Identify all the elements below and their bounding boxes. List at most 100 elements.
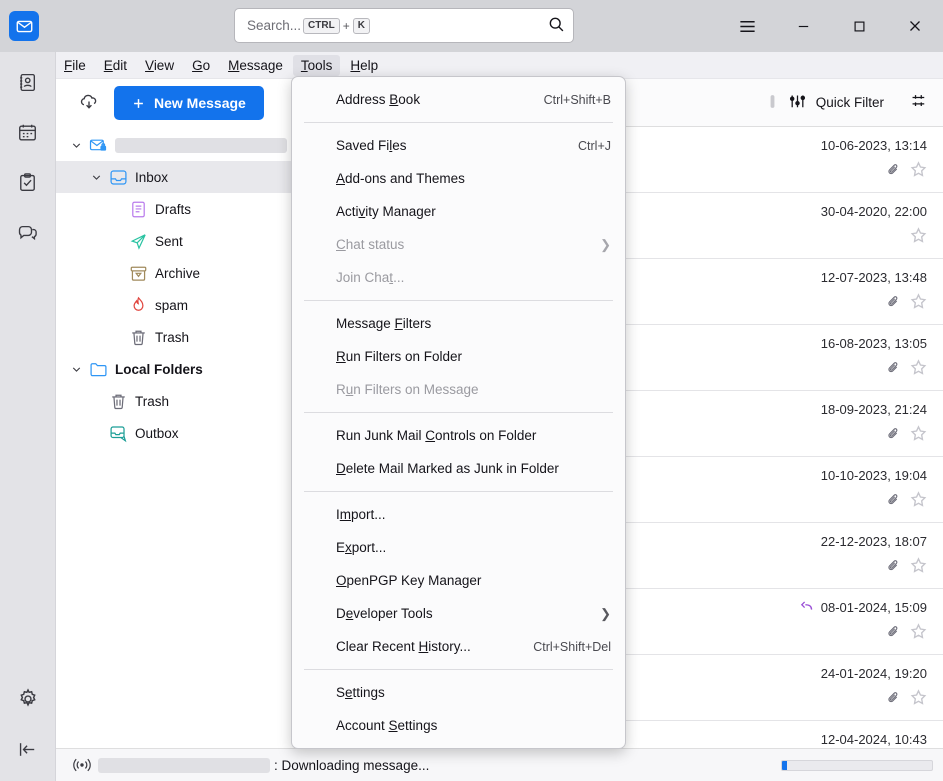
folder-row-trash[interactable]: Trash: [56, 385, 320, 417]
menu-item-add-ons-and-themes[interactable]: Add-ons and Themes: [292, 162, 625, 195]
menu-item-label: Run Junk Mail Controls on Folder: [336, 428, 536, 443]
folder-label: Sent: [155, 234, 183, 249]
attachment-icon: [886, 492, 901, 510]
tools-menu-popup: Address BookCtrl+Shift+BSaved FilesCtrl+…: [291, 76, 626, 749]
menu-item-label: Settings: [336, 685, 385, 700]
folder-icon: [86, 360, 110, 379]
search-icon: [548, 16, 565, 36]
menu-item-run-filters-on-folder[interactable]: Run Filters on Folder: [292, 340, 625, 373]
twisty-icon[interactable]: [66, 139, 86, 152]
filter-sliders-icon[interactable]: [789, 93, 806, 113]
account-mail-lock-icon: [86, 136, 110, 155]
message-date: 10-10-2023, 19:04: [821, 468, 927, 483]
folder-row-account[interactable]: [56, 129, 320, 161]
menu-item-account-settings[interactable]: Account Settings: [292, 709, 625, 742]
calendar-icon[interactable]: [8, 112, 48, 152]
folder-row-spam[interactable]: spam: [56, 289, 320, 321]
trash-icon: [126, 328, 150, 347]
star-icon[interactable]: [910, 491, 927, 511]
star-icon[interactable]: [910, 689, 927, 709]
cloud-download-icon[interactable]: [74, 88, 104, 118]
menu-item-export[interactable]: Export...: [292, 531, 625, 564]
star-icon[interactable]: [910, 425, 927, 445]
chevron-right-icon: ❯: [584, 606, 611, 622]
folder-row-drafts[interactable]: Drafts: [56, 193, 320, 225]
menubar-item-edit[interactable]: Edit: [96, 55, 135, 76]
menu-item-settings[interactable]: Settings: [292, 676, 625, 709]
message-date: 16-08-2023, 13:05: [821, 336, 927, 351]
collapse-panel-icon[interactable]: [8, 729, 48, 769]
new-message-button[interactable]: New Message: [114, 86, 264, 120]
star-icon[interactable]: [910, 293, 927, 313]
global-search[interactable]: Search... CTRL + K: [234, 8, 574, 43]
folder-label: Outbox: [135, 426, 179, 441]
menu-item-import[interactable]: Import...: [292, 498, 625, 531]
folder-row-trash[interactable]: Trash: [56, 321, 320, 353]
menu-item-saved-files[interactable]: Saved FilesCtrl+J: [292, 129, 625, 162]
column-options-icon[interactable]: [910, 93, 927, 113]
menu-item-openpgp-key-manager[interactable]: OpenPGP Key Manager: [292, 564, 625, 597]
menu-separator: [304, 122, 613, 123]
menu-item-clear-recent-history[interactable]: Clear Recent History... Ctrl+Shift+Del: [292, 630, 625, 663]
menu-item-developer-tools[interactable]: Developer Tools ❯: [292, 597, 625, 630]
close-button[interactable]: [887, 0, 943, 52]
menu-item-shortcut: Ctrl+Shift+B: [528, 93, 611, 107]
menu-item-message-filters[interactable]: Message Filters: [292, 307, 625, 340]
folder-row-archive[interactable]: Archive: [56, 257, 320, 289]
menubar-item-help[interactable]: Help: [342, 55, 386, 76]
menubar-item-view[interactable]: View: [137, 55, 182, 76]
menu-item-label: Saved Files: [336, 138, 407, 153]
menubar-item-file[interactable]: File: [56, 55, 94, 76]
menu-separator: [304, 669, 613, 670]
search-placeholder: Search...: [247, 18, 301, 33]
search-input[interactable]: Search... CTRL + K: [234, 8, 574, 43]
address-book-icon[interactable]: [8, 62, 48, 102]
menu-item-address-book[interactable]: Address Book Ctrl+Shift+B: [292, 83, 625, 116]
folder-label: Local Folders: [115, 362, 203, 377]
minimize-button[interactable]: [775, 0, 831, 52]
app-icon: [9, 11, 39, 41]
maximize-button[interactable]: [831, 0, 887, 52]
outbox-icon: [106, 424, 130, 443]
star-icon[interactable]: [910, 161, 927, 181]
star-icon[interactable]: [910, 557, 927, 577]
star-icon[interactable]: [910, 227, 927, 247]
star-icon[interactable]: [910, 359, 927, 379]
twisty-icon[interactable]: [66, 363, 86, 376]
menu-item-label: Account Settings: [336, 718, 437, 733]
star-icon[interactable]: [910, 623, 927, 643]
folder-pane-toolbar: New Message: [56, 79, 320, 127]
menu-item-label: Clear Recent History...: [336, 639, 471, 654]
settings-gear-icon[interactable]: [8, 679, 48, 719]
folder-pane: New Message InboxDraftsSentArchivespamTr…: [56, 79, 321, 748]
quick-filter-label[interactable]: Quick Filter: [816, 95, 884, 110]
menubar-item-message[interactable]: Message: [220, 55, 291, 76]
tasks-icon[interactable]: [8, 162, 48, 202]
folder-row-sent[interactable]: Sent: [56, 225, 320, 257]
message-date: 12-04-2024, 10:43: [821, 732, 927, 747]
menu-item-delete-mail-marked-as-junk-in-folder[interactable]: Delete Mail Marked as Junk in Folder: [292, 452, 625, 485]
menubar-item-tools[interactable]: Tools: [293, 55, 341, 76]
menu-item-activity-manager[interactable]: Activity Manager: [292, 195, 625, 228]
menu-separator: [304, 300, 613, 301]
spam-flame-icon: [126, 296, 150, 315]
menu-item-label: Address Book: [336, 92, 420, 107]
broadcast-icon: [66, 755, 98, 775]
folder-row-outbox[interactable]: Outbox: [56, 417, 320, 449]
spaces-toolbar: [0, 52, 56, 781]
folder-tree: InboxDraftsSentArchivespamTrashLocal Fol…: [56, 127, 320, 449]
app-menu-button[interactable]: [719, 0, 775, 52]
menubar-item-go[interactable]: Go: [184, 55, 218, 76]
folder-row-inbox[interactable]: Inbox: [56, 161, 320, 193]
folder-row-local-folders[interactable]: Local Folders: [56, 353, 320, 385]
twisty-icon[interactable]: [86, 171, 106, 184]
menu-item-shortcut: Ctrl+Shift+Del: [517, 640, 611, 654]
chat-icon[interactable]: [8, 212, 48, 252]
attachment-icon: [886, 294, 901, 312]
attachment-icon: [886, 690, 901, 708]
menu-item-label: Developer Tools: [336, 606, 433, 621]
menu-item-run-junk-mail-controls-on-folder[interactable]: Run Junk Mail Controls on Folder: [292, 419, 625, 452]
pin-icon[interactable]: [766, 94, 779, 112]
progress-bar: [781, 760, 933, 771]
folder-label-redacted: [115, 138, 287, 153]
